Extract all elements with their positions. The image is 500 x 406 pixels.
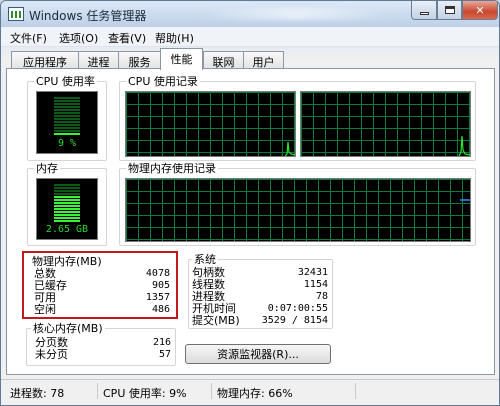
status-cpu: CPU 使用率: 9% (103, 387, 187, 400)
cpu-meter: 9 % (36, 91, 98, 154)
stat-value: 486 (151, 304, 170, 315)
meter-bar-segment (54, 118, 80, 120)
maximize-icon (444, 6, 455, 14)
meter-bar-segment (54, 130, 80, 132)
close-button[interactable]: ✕ (462, 1, 498, 20)
memory-meter: 2.65 GB (36, 178, 98, 240)
tab-applications[interactable]: 应用程序 (11, 51, 79, 69)
meter-bar-segment (54, 214, 80, 216)
tab-services[interactable]: 服务 (118, 51, 161, 69)
resource-monitor-button[interactable]: 资源监视器(R)... (185, 344, 331, 364)
meter-bar-segment (54, 208, 80, 210)
title-glass-glow (201, 8, 391, 20)
tab-processes[interactable]: 进程 (78, 51, 119, 69)
memory-label: 内存 (34, 162, 60, 175)
stat-key: 空闲 (34, 303, 56, 316)
task-manager-icon (8, 7, 24, 21)
meter-bar-segment (54, 211, 80, 213)
system-title: 系统 (192, 253, 218, 266)
status-divider (355, 383, 356, 399)
meter-bar-segment (54, 106, 80, 108)
kernel-memory-group: 核心内存(MB) 分页数 216 未分页 57 (26, 322, 176, 366)
menu-bar: 文件(F) 选项(O) 查看(V) 帮助(H) (1, 27, 499, 47)
stat-row: 未分页 57 (35, 348, 171, 361)
tab-strip: 应用程序 进程 服务 性能 联网 用户 (1, 47, 499, 70)
meter-bar-segment (54, 109, 80, 111)
menu-options[interactable]: 选项(O) (59, 30, 98, 46)
meter-bar-segment (54, 196, 80, 198)
cpu-usage-label: CPU 使用率 (34, 75, 97, 88)
window-title: Windows 任务管理器 (29, 9, 147, 23)
memory-history-label: 物理内存使用记录 (126, 162, 218, 175)
cpu-history-label: CPU 使用记录 (126, 75, 200, 88)
cpu-history-graph-core1 (125, 91, 296, 157)
meter-bar-segment (54, 193, 80, 195)
status-processes: 进程数: 78 (10, 387, 65, 400)
cpu-meter-value: 9 % (57, 138, 77, 149)
meter-bar-segment (54, 124, 80, 126)
cpu-history-group: CPU 使用记录 (119, 75, 476, 161)
memory-history-graph (125, 178, 471, 242)
cpu-core2-trace (458, 135, 471, 157)
menu-view[interactable]: 查看(V) (108, 30, 146, 46)
meter-bar-segment (54, 190, 80, 192)
status-divider (211, 383, 212, 399)
status-bar: 进程数: 78 CPU 使用率: 9% 物理内存: 66% (1, 379, 499, 405)
system-group: 系统 句柄数 32431 线程数 1154 进程数 78 开机时间 0:07:00:55… (188, 253, 333, 329)
meter-bar-segment (54, 184, 80, 186)
meter-bar-segment (54, 202, 80, 204)
cpu-core1-trace (284, 141, 296, 157)
task-manager-window: Windows 任务管理器 ✕ 文件(F) 选项(O) 查看(V) 帮助(H) … (0, 0, 500, 406)
stat-key: 提交(MB) (192, 314, 240, 327)
minimize-button[interactable] (411, 1, 437, 20)
meter-bar-segment (54, 199, 80, 201)
meter-bar-segment (54, 187, 80, 189)
minimize-icon (419, 11, 429, 15)
stat-row: 空闲 486 (34, 303, 170, 316)
physical-memory-group: 物理内存(MB) 总数 4078 已缓存 905 可用 1357 空闲 486 (26, 254, 176, 318)
stat-key: 未分页 (35, 348, 68, 361)
cpu-usage-group: CPU 使用率 9 % (27, 75, 107, 161)
memory-group: 内存 2.65 GB (27, 162, 107, 246)
title-bar: Windows 任务管理器 ✕ (1, 1, 499, 27)
stat-row: 提交(MB) 3529 / 8154 (192, 314, 328, 327)
meter-bar-segment (54, 121, 80, 123)
maximize-button[interactable] (437, 1, 462, 20)
meter-bar-segment (54, 103, 80, 105)
kernel-memory-title: 核心内存(MB) (31, 322, 105, 335)
meter-bar-segment (54, 112, 80, 114)
tab-performance[interactable]: 性能 (160, 48, 203, 70)
status-memory: 物理内存: 66% (217, 387, 293, 400)
meter-bar-segment (54, 97, 80, 99)
meter-bar-segment (54, 205, 80, 207)
meter-bar-segment (54, 100, 80, 102)
cpu-history-graph-core2 (300, 91, 471, 157)
meter-bar-segment (54, 133, 80, 135)
meter-bar-segment (54, 217, 80, 219)
stat-value: 3529 / 8154 (261, 315, 328, 326)
tab-networking[interactable]: 联网 (203, 51, 244, 69)
memory-history-group: 物理内存使用记录 (119, 162, 476, 246)
memory-history-trace (460, 199, 470, 201)
meter-bar-segment (54, 115, 80, 117)
memory-meter-value: 2.65 GB (45, 224, 89, 235)
menu-help[interactable]: 帮助(H) (155, 30, 194, 46)
meter-bar-segment (54, 127, 80, 129)
tab-users[interactable]: 用户 (243, 51, 284, 69)
meter-bar-segment (54, 220, 80, 222)
stat-value: 57 (158, 349, 171, 360)
status-divider (97, 383, 98, 399)
menu-file[interactable]: 文件(F) (10, 30, 47, 46)
close-icon: ✕ (475, 3, 485, 17)
